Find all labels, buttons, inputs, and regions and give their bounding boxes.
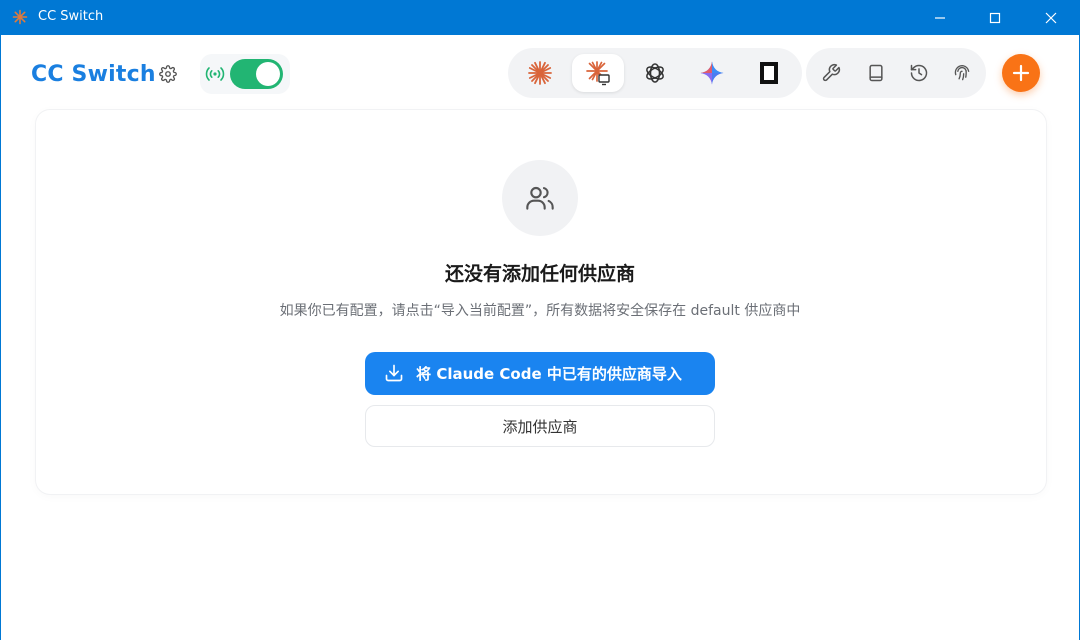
users-icon bbox=[526, 186, 554, 210]
maximize-icon bbox=[989, 12, 1001, 23]
app-tab-gemini[interactable] bbox=[686, 54, 738, 92]
app-brand: CC Switch bbox=[31, 62, 156, 87]
tools-button[interactable] bbox=[818, 60, 844, 86]
add-provider-fab[interactable] bbox=[1002, 54, 1040, 92]
claude-desktop-icon bbox=[586, 61, 610, 86]
toggle-knob bbox=[256, 62, 280, 86]
empty-state-description: 如果你已有配置，请点击“导入当前配置”，所有数据将安全保存在 default 供… bbox=[279, 303, 801, 319]
terminal-app-icon bbox=[760, 62, 778, 84]
app-selector bbox=[508, 48, 802, 98]
window-titlebar: CC Switch bbox=[0, 0, 1080, 35]
book-icon bbox=[869, 64, 883, 82]
wrench-icon bbox=[822, 63, 841, 82]
app-tab-terminal[interactable] bbox=[743, 54, 795, 92]
minimize-icon bbox=[935, 16, 945, 19]
empty-state-title: 还没有添加任何供应商 bbox=[444, 263, 635, 285]
fingerprint-button[interactable] bbox=[949, 60, 975, 86]
maximize-button[interactable] bbox=[970, 0, 1020, 35]
app-tab-claude-desktop[interactable] bbox=[572, 54, 624, 92]
gear-icon bbox=[159, 65, 177, 83]
add-button-label: 添加供应商 bbox=[502, 417, 578, 436]
claude-starburst-icon bbox=[528, 61, 552, 85]
plus-icon bbox=[1012, 64, 1030, 82]
broadcast-signal-icon bbox=[205, 67, 225, 81]
import-providers-button[interactable]: 将 Claude Code 中已有的供应商导入 bbox=[365, 352, 715, 395]
import-button-label: 将 Claude Code 中已有的供应商导入 bbox=[416, 365, 682, 383]
window-title: CC Switch bbox=[38, 9, 104, 24]
openai-icon bbox=[646, 63, 664, 83]
fingerprint-icon bbox=[954, 65, 970, 81]
docs-button[interactable] bbox=[863, 60, 889, 86]
proxy-toggle[interactable] bbox=[230, 59, 283, 89]
close-icon bbox=[1045, 12, 1057, 23]
add-provider-button[interactable]: 添加供应商 bbox=[365, 405, 715, 447]
history-icon bbox=[910, 64, 928, 82]
tool-bar bbox=[806, 48, 986, 98]
app-logo-icon bbox=[12, 9, 28, 25]
download-icon bbox=[385, 364, 403, 382]
gemini-icon bbox=[700, 61, 724, 85]
settings-button[interactable] bbox=[156, 62, 180, 86]
app-tab-claude[interactable] bbox=[514, 54, 566, 92]
app-tab-openai[interactable] bbox=[629, 54, 681, 92]
minimize-button[interactable] bbox=[915, 0, 965, 35]
empty-state-icon-circle bbox=[502, 160, 578, 236]
proxy-switch-group bbox=[200, 54, 290, 94]
history-button[interactable] bbox=[906, 60, 932, 86]
close-button[interactable] bbox=[1026, 0, 1076, 35]
